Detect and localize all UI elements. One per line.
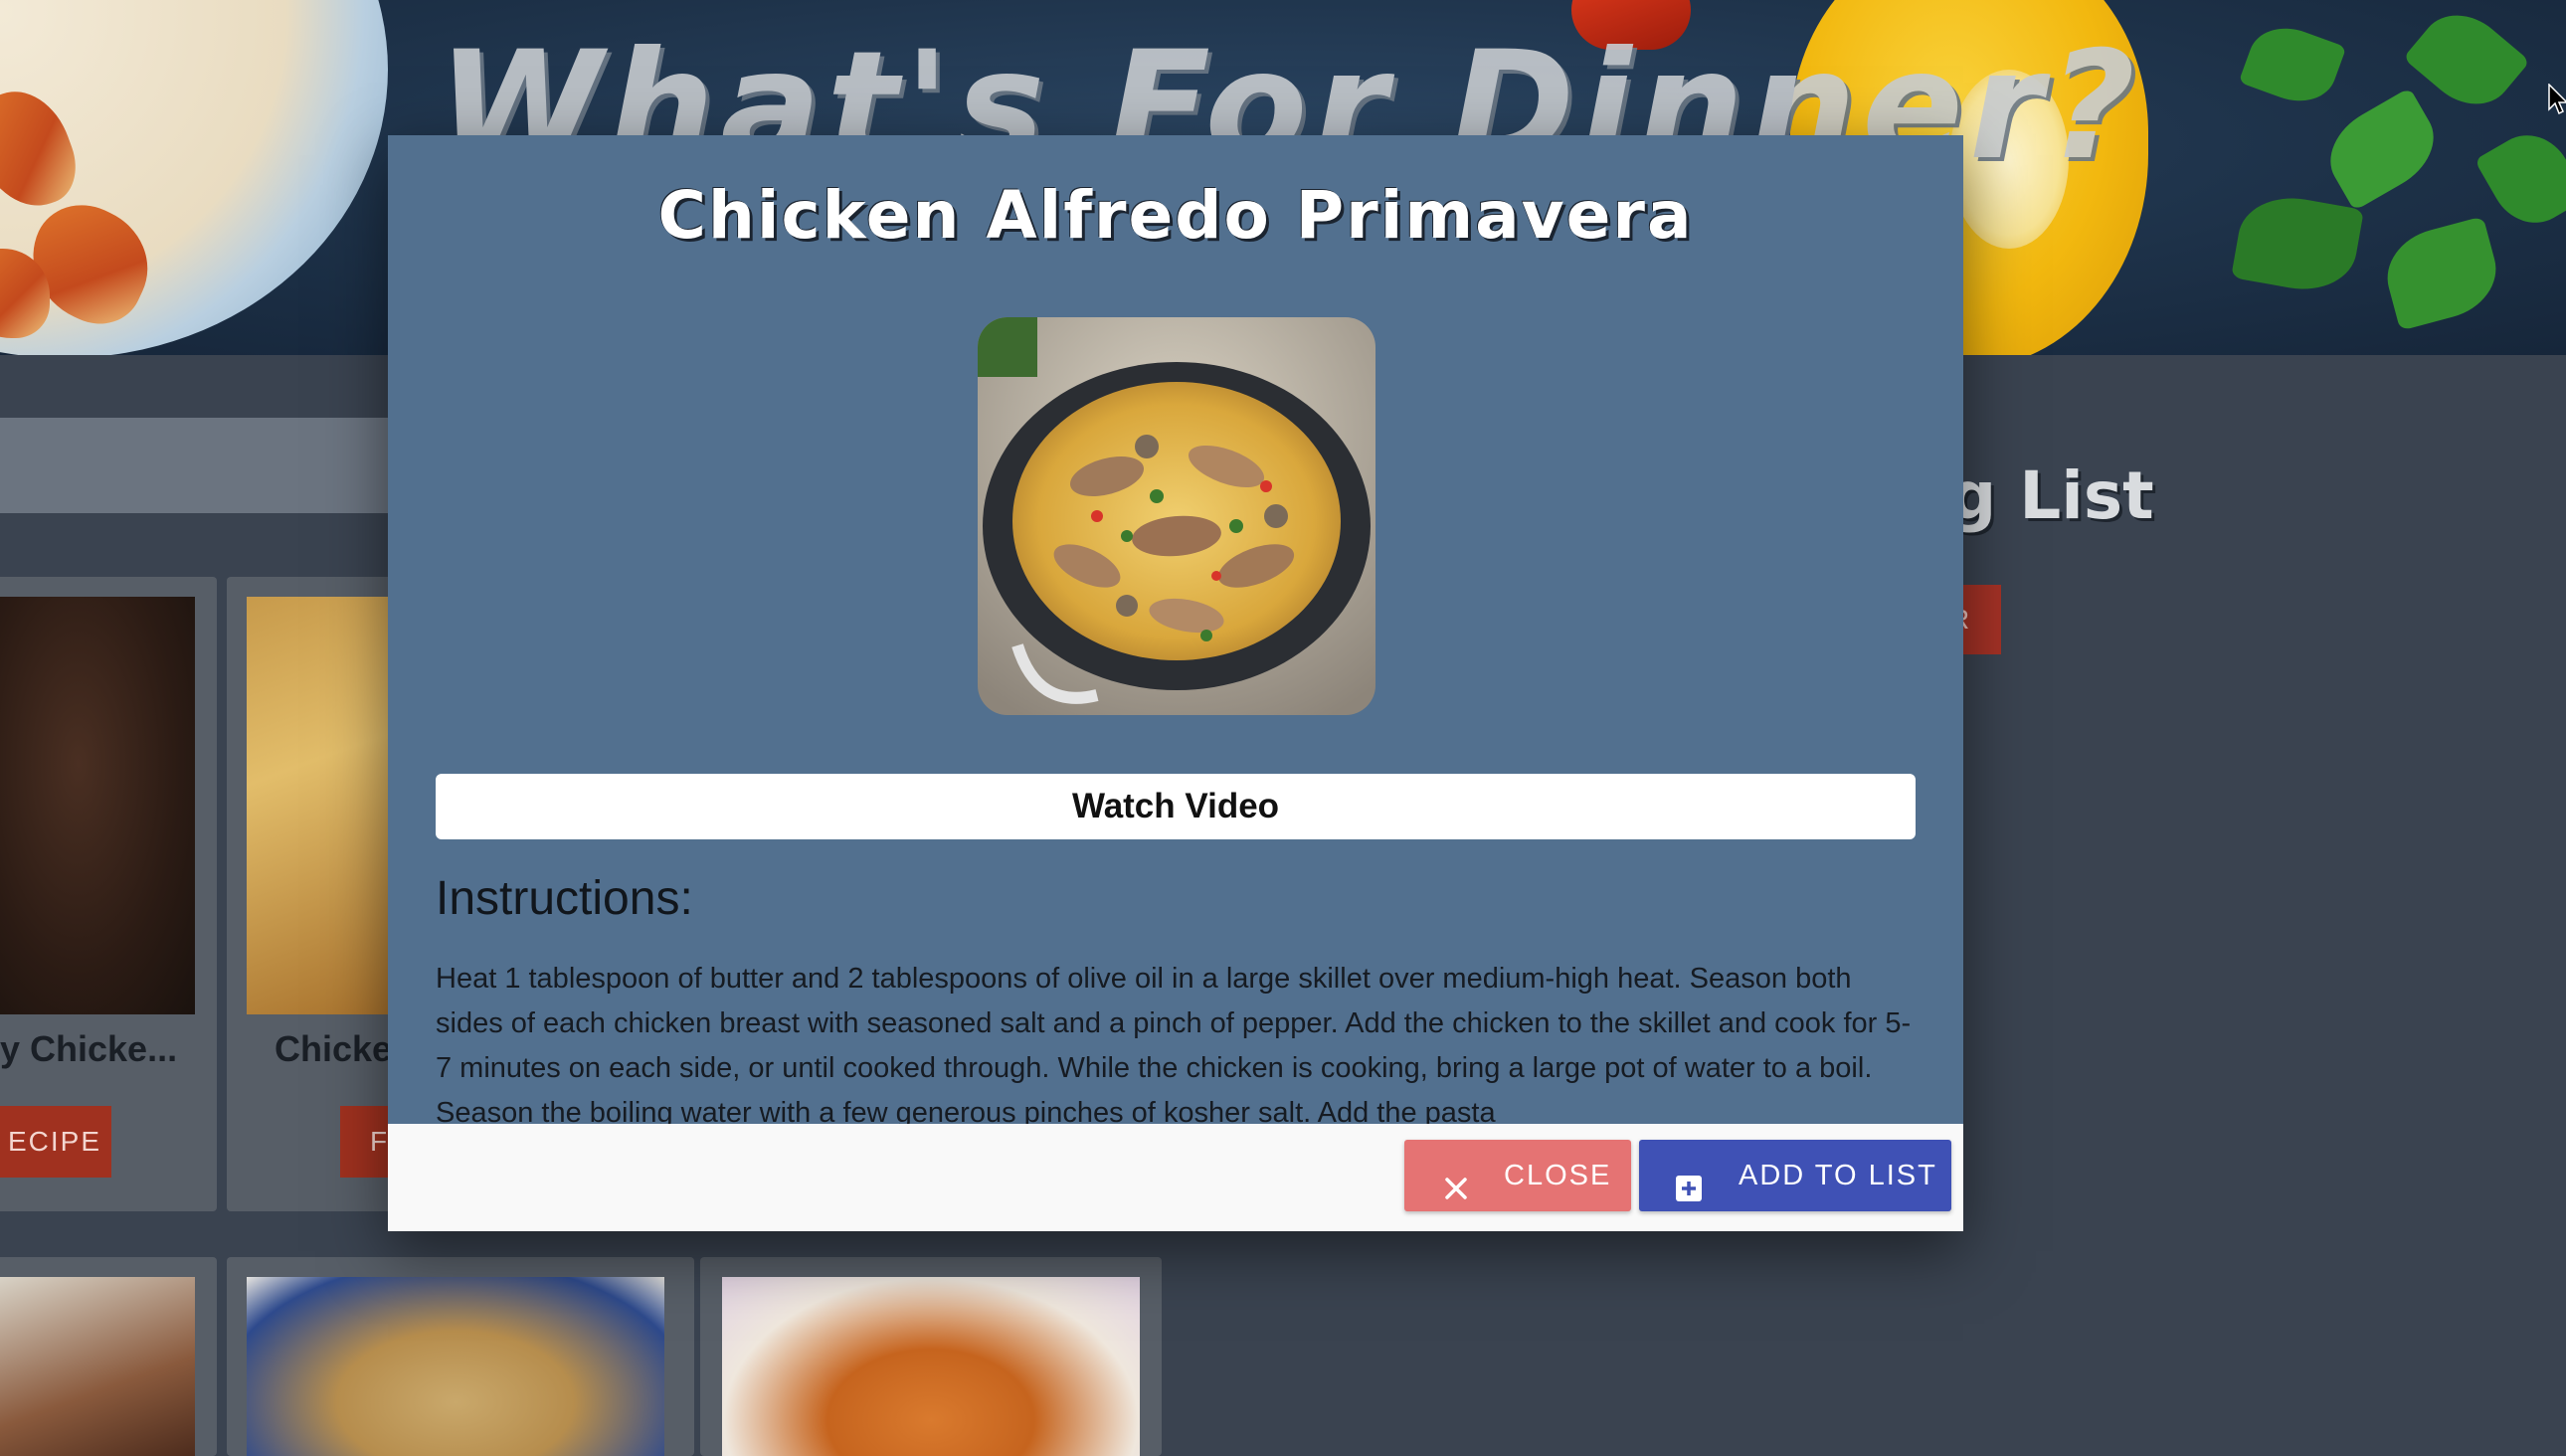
- mouse-cursor-icon: [2548, 84, 2566, 115]
- close-icon: [1440, 1160, 1472, 1199]
- instructions-text[interactable]: Heat 1 tablespoon of butter and 2 tables…: [436, 957, 1918, 1124]
- watch-video-button[interactable]: Watch Video: [436, 774, 1916, 839]
- recipe-title: Chicken Alfredo Primavera: [657, 177, 1694, 254]
- add-to-list-button[interactable]: ADD TO LIST: [1639, 1140, 1951, 1211]
- recipe-modal: Chicken Alfredo Primavera Watch Video In…: [388, 135, 1963, 1231]
- recipe-photo: [978, 317, 1375, 715]
- add-to-list-button-label: ADD TO LIST: [1739, 1160, 1937, 1191]
- close-button-label: CLOSE: [1504, 1160, 1612, 1191]
- recipe-image: [978, 317, 1375, 715]
- instructions-heading: Instructions:: [436, 872, 693, 925]
- close-button[interactable]: CLOSE: [1404, 1140, 1631, 1211]
- add-box-icon: [1673, 1160, 1705, 1201]
- modal-footer: CLOSE ADD TO LIST: [388, 1124, 1963, 1231]
